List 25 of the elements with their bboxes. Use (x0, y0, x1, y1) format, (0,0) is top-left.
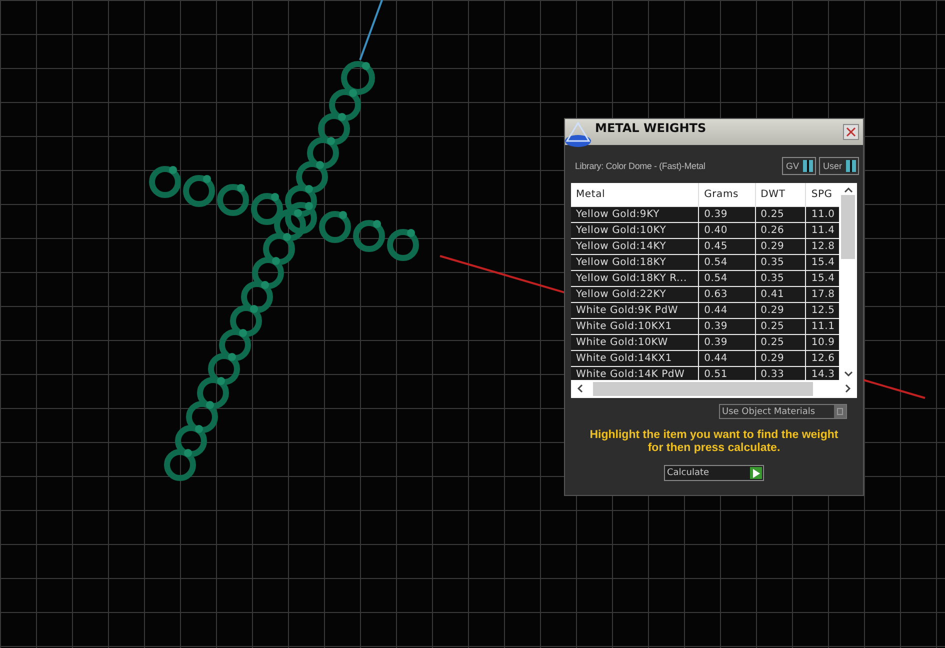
close-button[interactable] (843, 124, 859, 140)
table-cell[interactable]: 10.9 (806, 335, 840, 350)
column-header[interactable]: SPG (806, 183, 840, 206)
calculate-button[interactable]: Calculate (664, 465, 764, 481)
library-label: Library: Color Dome - (Fast)-Metal (575, 161, 706, 171)
table-cell[interactable]: 11.1 (806, 319, 840, 334)
table-cell[interactable]: 12.5 (806, 303, 840, 318)
hint-text: Highlight the item you want to find the weight for then press calculate. (588, 429, 840, 455)
table-cell[interactable]: 15.4 (806, 255, 840, 270)
toggle-switch[interactable]: User (818, 157, 859, 175)
dialog-title: METAL WEIGHTS (595, 121, 708, 135)
table-cell[interactable]: 12.8 (806, 239, 840, 254)
table-cell[interactable]: 11.0 (806, 207, 840, 222)
y-axis-line (359, 0, 383, 60)
table-cell[interactable]: 17.8 (806, 287, 840, 302)
radio-icon[interactable] (834, 405, 846, 418)
table-cell[interactable]: 12.6 (806, 351, 840, 366)
table-cell[interactable]: 11.4 (806, 223, 840, 238)
pyramid-icon (563, 121, 593, 149)
toggle-switch[interactable]: GV (782, 157, 816, 175)
use-object-materials-toggle[interactable]: Use Object Materials (719, 404, 847, 419)
table-cell[interactable]: 14.3 (806, 367, 840, 380)
table-cell[interactable]: 15.4 (806, 271, 840, 286)
close-icon (846, 127, 856, 137)
play-icon (750, 467, 762, 479)
